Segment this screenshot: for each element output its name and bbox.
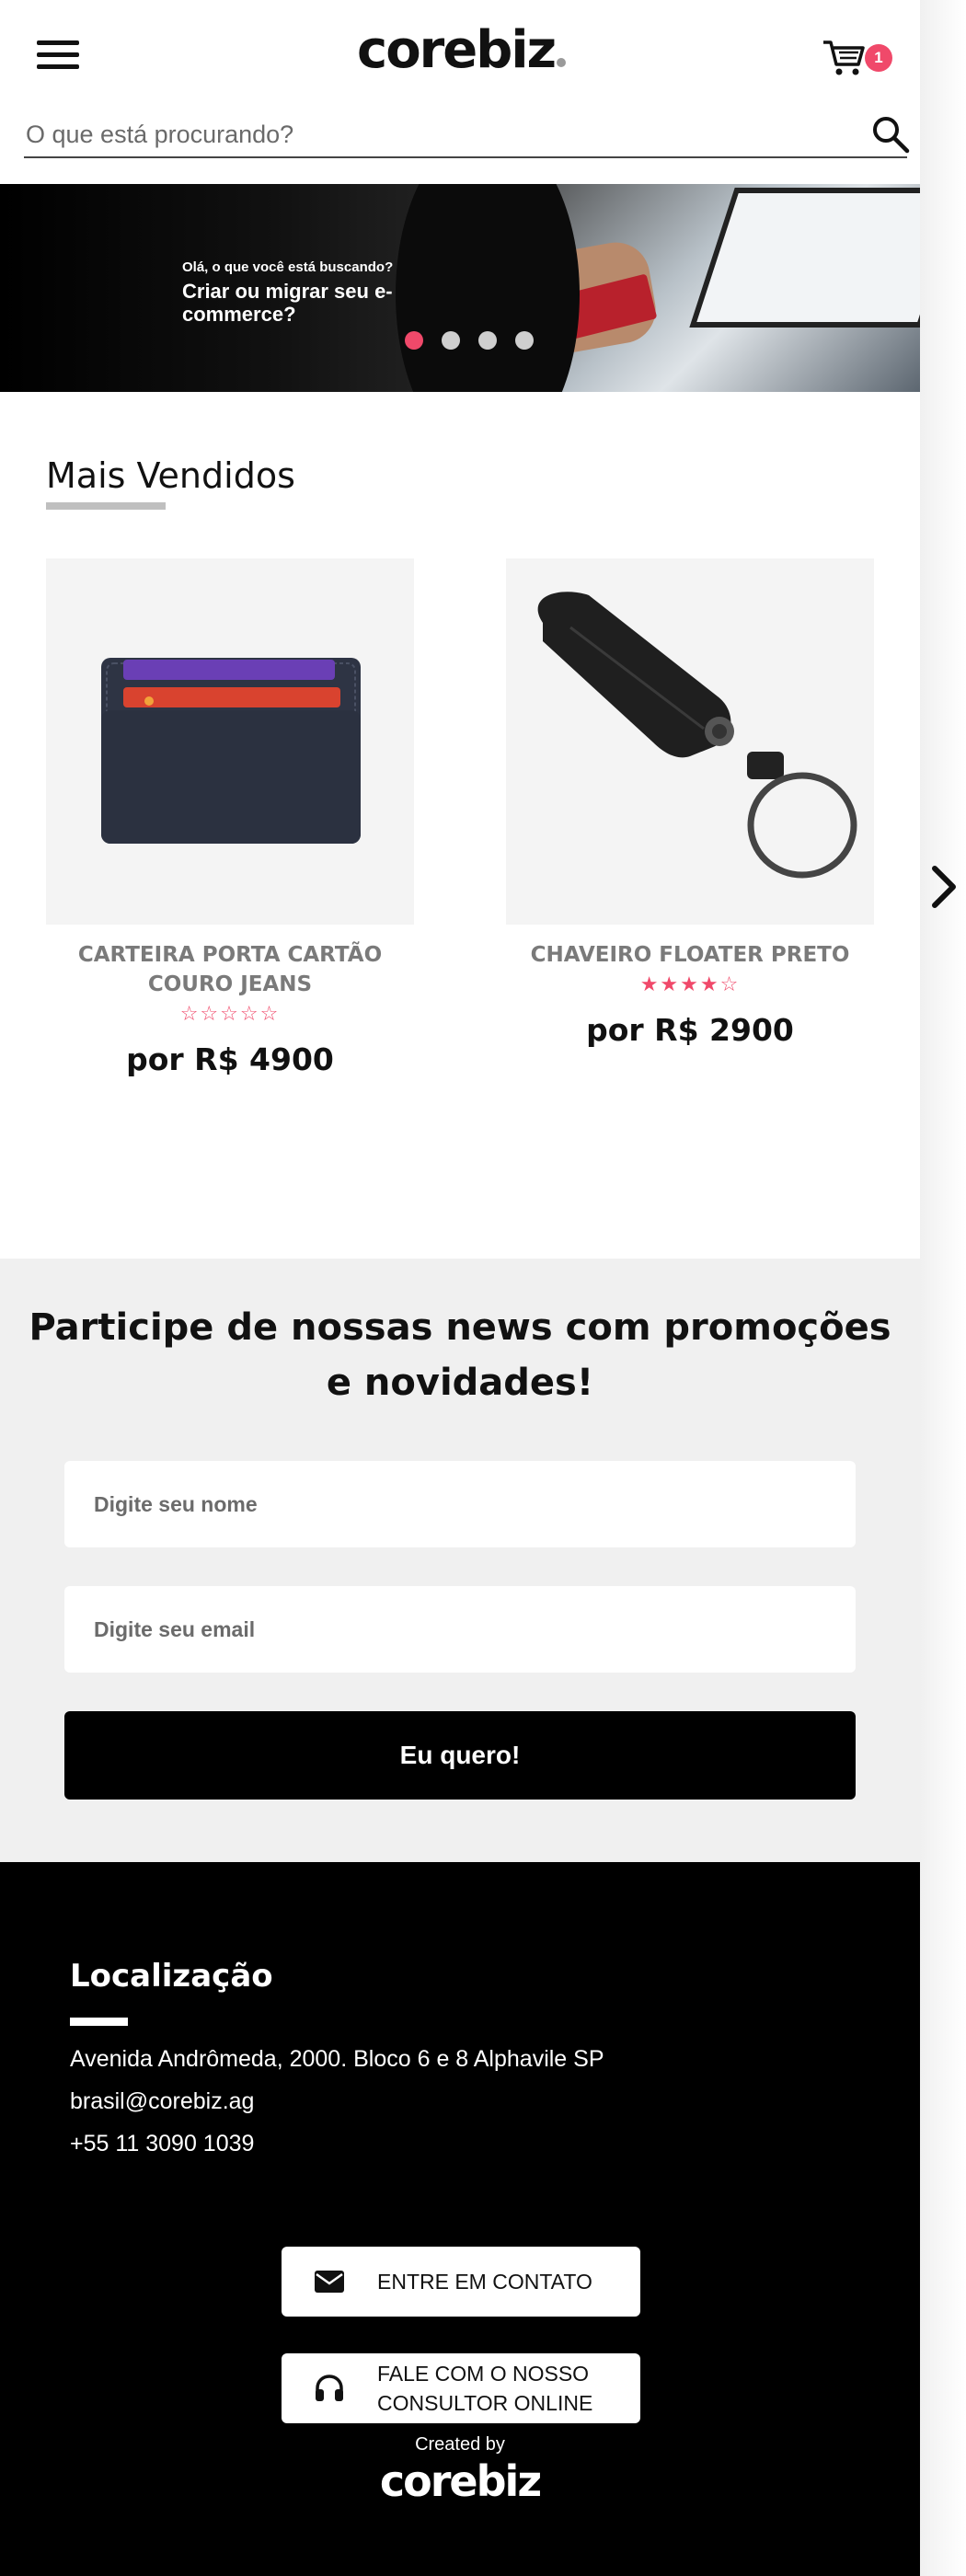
hero-banner[interactable] — [0, 184, 920, 392]
newsletter-email-field[interactable] — [64, 1586, 856, 1673]
banner-curve — [396, 184, 580, 392]
product-image-wallet[interactable] — [46, 558, 414, 925]
section-title: Mais Vendidos — [46, 455, 295, 496]
product-image-keychain[interactable] — [506, 558, 874, 925]
headset-icon — [316, 2375, 343, 2401]
newsletter-title: Participe de nossas news com promoções e… — [29, 1306, 891, 1404]
banner-subtitle: Olá, o que você está buscando? — [182, 259, 394, 275]
banner-dot-3[interactable] — [478, 331, 497, 350]
banner-dot-4[interactable] — [515, 331, 534, 350]
page: corebiz 1 Olá, o que você está buscando?… — [0, 0, 956, 2576]
rating-stars: ☆☆☆☆☆ — [179, 1002, 281, 1025]
consultant-button-line2: CONSULTOR ONLINE — [377, 2391, 593, 2415]
search-icon[interactable] — [870, 114, 911, 155]
product-price: por R$ 2900 — [586, 1012, 794, 1048]
created-by-label: Created by — [415, 2434, 505, 2455]
site-header: corebiz 1 — [0, 0, 920, 184]
consultant-button[interactable]: FALE COM O NOSSO CONSULTOR ONLINE — [282, 2353, 640, 2423]
footer-logo[interactable]: corebiz — [0, 2456, 920, 2506]
search-bar — [24, 110, 910, 158]
banner-headline: Criar ou migrar seu e-commerce? — [182, 280, 393, 326]
page-edge-shadow — [920, 0, 966, 2576]
newsletter-name-field[interactable] — [64, 1461, 856, 1547]
cart-count-badge[interactable]: 1 — [865, 44, 892, 72]
contact-button[interactable]: ENTRE EM CONTATO — [282, 2247, 640, 2317]
location-underline — [70, 2018, 128, 2026]
footer-address: Avenida Andrômeda, 2000. Bloco 6 e 8 Alp… — [70, 2046, 604, 2072]
footer-email[interactable]: brasil@corebiz.ag — [70, 2088, 254, 2115]
footer-phone[interactable]: +55 11 3090 1039 — [70, 2131, 254, 2157]
logo-text: corebiz — [357, 20, 557, 80]
newsletter-section: Participe de nossas news com promoções e… — [0, 1259, 920, 1862]
hamburger-menu-icon[interactable] — [37, 37, 81, 74]
product-name[interactable]: CHAVEIRO FLOATER PRETO — [506, 940, 874, 970]
title-underline — [46, 502, 166, 510]
newsletter-submit-button[interactable]: Eu quero! — [64, 1711, 856, 1800]
contact-button-label: ENTRE EM CONTATO — [377, 2270, 592, 2294]
banner-dot-1[interactable] — [405, 331, 423, 350]
consultant-button-line1: FALE COM O NOSSO — [377, 2362, 590, 2386]
search-input[interactable] — [26, 114, 835, 155]
location-title: Localização — [70, 1958, 273, 1995]
cart-icon[interactable] — [822, 39, 866, 77]
mail-icon — [315, 2271, 344, 2293]
product-name[interactable]: CARTEIRA PORTA CARTÃO COURO JEANS — [37, 940, 423, 999]
product-price: por R$ 4900 — [126, 1041, 334, 1077]
site-logo[interactable]: corebiz — [357, 20, 567, 80]
banner-dot-2[interactable] — [442, 331, 460, 350]
rating-stars: ★★★★☆ — [639, 972, 741, 995]
